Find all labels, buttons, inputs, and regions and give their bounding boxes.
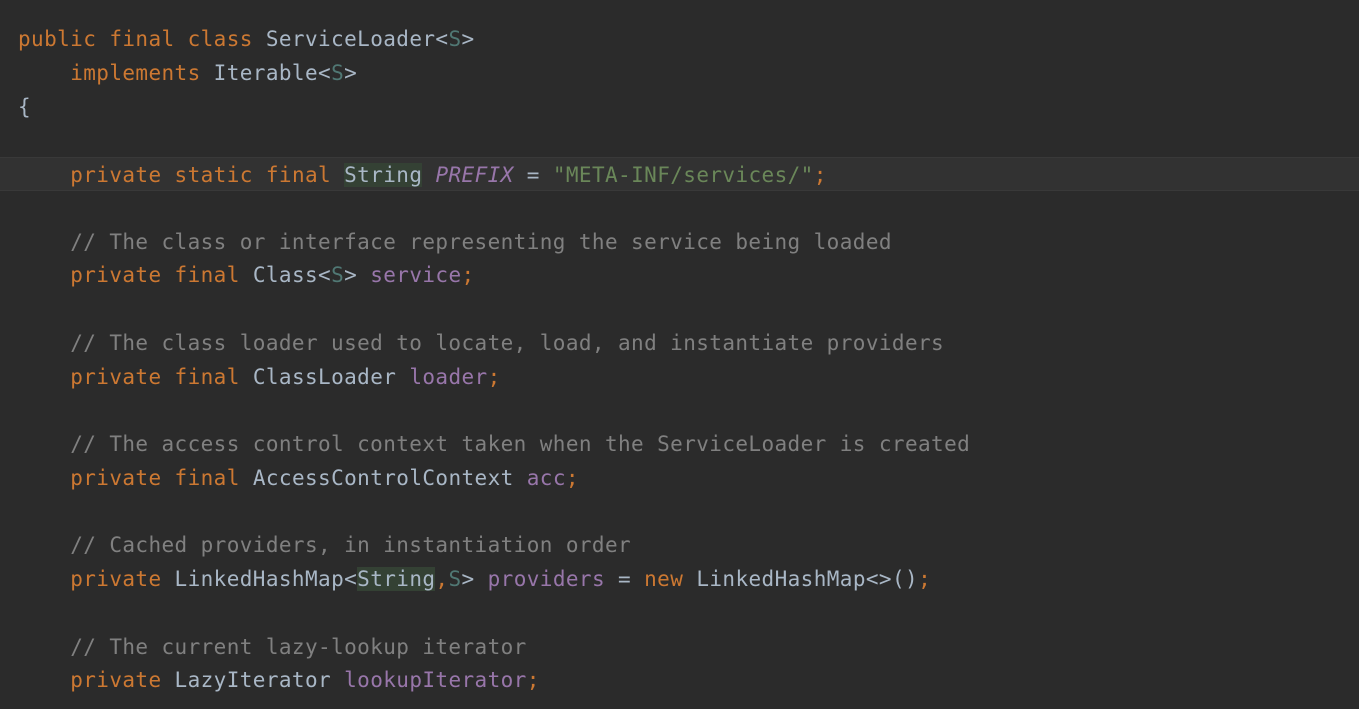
class-name: ServiceLoader bbox=[265, 27, 436, 51]
angle-bracket: < bbox=[318, 61, 332, 85]
comment: // The class or interface representing t… bbox=[70, 230, 892, 254]
code-line[interactable]: private final Class<S> service; bbox=[0, 258, 1359, 292]
keyword: private bbox=[70, 163, 162, 187]
type-name: Class< bbox=[252, 263, 332, 287]
interface-name: Iterable bbox=[213, 61, 319, 85]
semicolon: ; bbox=[565, 466, 579, 490]
keyword: private bbox=[70, 263, 162, 287]
type-parameter: S bbox=[331, 61, 345, 85]
field-name: providers bbox=[487, 567, 605, 591]
type-name: AccessControlContext bbox=[252, 466, 514, 490]
code-line[interactable]: // The current lazy-lookup iterator bbox=[0, 630, 1359, 664]
type-parameter: S bbox=[448, 27, 462, 51]
comment: // The current lazy-lookup iterator bbox=[70, 635, 527, 659]
comment: // The access control context taken when… bbox=[70, 432, 971, 456]
open-brace: { bbox=[18, 95, 32, 119]
angle-bracket: > bbox=[344, 263, 358, 287]
field-name: loader bbox=[409, 365, 488, 389]
keyword: final bbox=[174, 466, 240, 490]
constructor-call: LinkedHashMap<>() bbox=[696, 567, 919, 591]
code-line[interactable]: // The class or interface representing t… bbox=[0, 225, 1359, 259]
code-line[interactable]: private LazyIterator lookupIterator; bbox=[0, 663, 1359, 697]
type-name: LazyIterator bbox=[174, 668, 332, 692]
comma: , bbox=[435, 567, 449, 591]
keyword: final bbox=[174, 365, 240, 389]
field-name: acc bbox=[526, 466, 566, 490]
code-line[interactable]: private final AccessControlContext acc; bbox=[0, 461, 1359, 495]
type-parameter: S bbox=[448, 567, 462, 591]
angle-bracket: > bbox=[344, 61, 358, 85]
operator: = bbox=[526, 163, 540, 187]
angle-bracket: > bbox=[461, 567, 475, 591]
keyword: private bbox=[70, 567, 162, 591]
code-line-current[interactable]: private static final String PREFIX = "ME… bbox=[0, 157, 1359, 191]
code-line[interactable]: public final class ServiceLoader<S> bbox=[0, 22, 1359, 56]
type-name-highlighted: String bbox=[357, 567, 436, 591]
keyword: public bbox=[18, 27, 97, 51]
code-line[interactable]: private final ClassLoader loader; bbox=[0, 360, 1359, 394]
keyword: final bbox=[109, 27, 175, 51]
type-name-highlighted: String bbox=[344, 163, 423, 187]
semicolon: ; bbox=[461, 263, 475, 287]
keyword: private bbox=[70, 466, 162, 490]
semicolon: ; bbox=[813, 163, 827, 187]
static-field-name: PREFIX bbox=[435, 163, 514, 187]
code-line[interactable]: // The class loader used to locate, load… bbox=[0, 326, 1359, 360]
code-line[interactable]: // The access control context taken when… bbox=[0, 427, 1359, 461]
keyword: final bbox=[174, 263, 240, 287]
string-literal: "META-INF/services/" bbox=[552, 163, 814, 187]
angle-bracket: > bbox=[461, 27, 475, 51]
field-name: lookupIterator bbox=[344, 668, 527, 692]
keyword: class bbox=[187, 27, 253, 51]
field-name: service bbox=[370, 263, 462, 287]
semicolon: ; bbox=[918, 567, 932, 591]
semicolon: ; bbox=[487, 365, 501, 389]
angle-bracket: < bbox=[435, 27, 449, 51]
keyword: implements bbox=[70, 61, 201, 85]
code-line[interactable]: private LinkedHashMap<String,S> provider… bbox=[0, 562, 1359, 596]
type-name: LinkedHashMap< bbox=[174, 567, 358, 591]
keyword: private bbox=[70, 668, 162, 692]
code-editor[interactable]: public final class ServiceLoader<S> impl… bbox=[0, 0, 1359, 709]
keyword: private bbox=[70, 365, 162, 389]
keyword: final bbox=[265, 163, 332, 187]
comment: // The class loader used to locate, load… bbox=[70, 331, 945, 355]
keyword: static bbox=[174, 163, 253, 187]
code-line[interactable]: implements Iterable<S> bbox=[0, 56, 1359, 90]
code-line[interactable]: // Cached providers, in instantiation or… bbox=[0, 528, 1359, 562]
operator: = bbox=[618, 567, 632, 591]
type-name: ClassLoader bbox=[252, 365, 397, 389]
type-parameter: S bbox=[331, 263, 345, 287]
comment: // Cached providers, in instantiation or… bbox=[70, 533, 632, 557]
semicolon: ; bbox=[526, 668, 540, 692]
keyword: new bbox=[644, 567, 684, 591]
code-line[interactable]: { bbox=[0, 90, 1359, 124]
